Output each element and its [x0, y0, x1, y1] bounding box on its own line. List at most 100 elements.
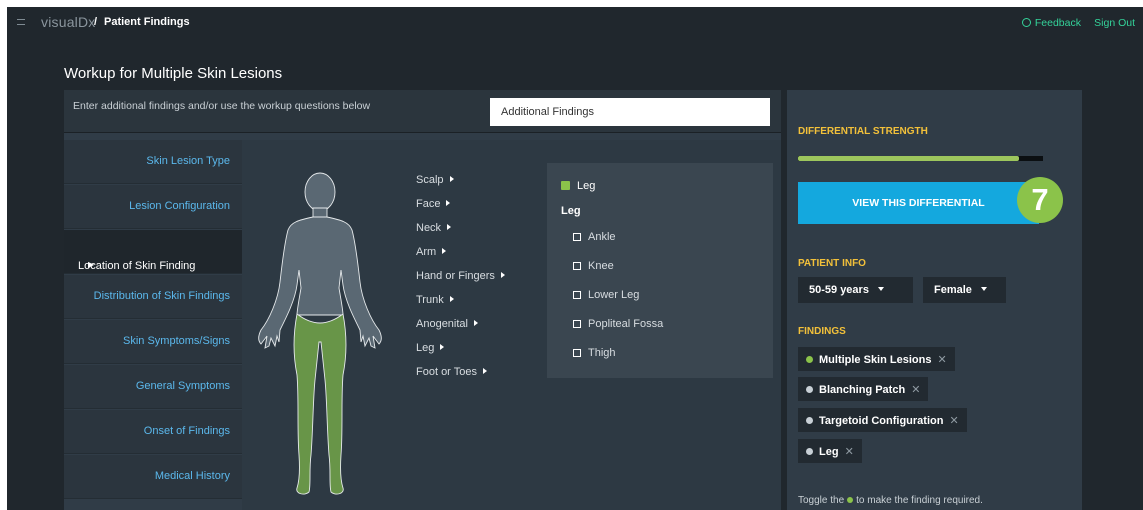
nav-item-label: Skin Symptoms/Signs: [123, 335, 230, 347]
sex-value: Female: [934, 284, 972, 296]
region-trunk[interactable]: Trunk: [416, 294, 454, 306]
region-label: Leg: [416, 342, 435, 354]
menu-icon[interactable]: [17, 19, 25, 25]
additional-findings-input[interactable]: [490, 98, 770, 126]
finding-chip[interactable]: Targetoid Configuration ✕: [798, 408, 967, 432]
differential-panel: DIFFERENTIAL STRENGTH VIEW THIS DIFFEREN…: [787, 90, 1082, 510]
toggle-hint: Toggle the to make the finding required.: [798, 495, 983, 506]
caret-right-icon: ▶: [88, 260, 95, 269]
feedback-link[interactable]: Feedback: [1021, 17, 1081, 29]
required-toggle-icon[interactable]: [806, 356, 813, 363]
finding-chip[interactable]: Blanching Patch ✕: [798, 377, 929, 401]
nav-item-skin-lesion-type[interactable]: Skin Lesion Type: [64, 140, 242, 184]
region-label: Arm: [416, 246, 437, 258]
finding-chip[interactable]: Multiple Skin Lesions ✕: [798, 347, 955, 371]
nav-item-label: Distribution of Skin Findings: [93, 290, 230, 302]
checkbox-icon: [573, 349, 581, 357]
findings-label: FINDINGS: [798, 326, 846, 337]
feedback-label: Feedback: [1034, 17, 1081, 29]
green-dot-icon: [847, 497, 854, 503]
finding-label: Blanching Patch: [819, 384, 906, 396]
checkbox-icon: [573, 320, 581, 328]
region-face[interactable]: Face: [416, 198, 451, 210]
checkbox-label: Leg: [577, 180, 596, 192]
region-foot-or-toes[interactable]: Foot or Toes: [416, 366, 487, 378]
option-lower-leg[interactable]: Lower Leg: [573, 289, 639, 301]
remove-icon[interactable]: ✕: [949, 415, 958, 427]
remove-icon[interactable]: ✕: [911, 384, 920, 396]
chevron-down-icon: [980, 287, 987, 291]
toggle-hint-pre: Toggle the: [798, 495, 845, 506]
patient-info-label: PATIENT INFO: [798, 258, 866, 269]
caret-right-icon: [449, 176, 454, 182]
checkbox-icon: [573, 262, 581, 270]
region-hand-or-fingers[interactable]: Hand or Fingers: [416, 270, 505, 282]
required-toggle-icon[interactable]: [806, 386, 813, 393]
differential-count-badge: 7: [1017, 177, 1063, 223]
nav-item-skin-symptoms-signs[interactable]: Skin Symptoms/Signs: [64, 320, 242, 364]
region-label: Foot or Toes: [416, 366, 477, 378]
region-label: Neck: [416, 222, 442, 234]
nav-item-label: Medical History: [154, 470, 230, 482]
nav-item-medical-history[interactable]: Medical History: [64, 455, 242, 499]
checkbox-checked-icon: [561, 181, 570, 190]
nav-item-onset-of-findings[interactable]: Onset of Findings: [64, 410, 242, 454]
page-title: Workup for Multiple Skin Lesions: [64, 65, 283, 82]
toggle-hint-post: to make the finding required.: [856, 495, 983, 506]
option-knee[interactable]: Knee: [573, 260, 614, 272]
findings-prompt: Enter additional findings and/or use the…: [73, 100, 371, 112]
caret-right-icon: [447, 224, 452, 230]
required-toggle-icon[interactable]: [806, 417, 813, 424]
region-neck[interactable]: Neck: [416, 222, 452, 234]
option-label: Knee: [588, 260, 614, 272]
body-diagram[interactable]: [247, 170, 397, 500]
sex-select-value: Female: [934, 284, 987, 296]
nav-item-label: Skin Lesion Type: [146, 155, 230, 167]
remove-icon[interactable]: ✕: [937, 354, 946, 366]
leg-checkbox[interactable]: Leg: [561, 180, 595, 192]
sign-out-link[interactable]: Sign Out: [1094, 17, 1135, 29]
option-ankle[interactable]: Ankle: [573, 231, 616, 243]
region-label: Anogenital: [416, 318, 468, 330]
region-arm[interactable]: Arm: [416, 246, 447, 258]
finding-chip[interactable]: Leg ✕: [798, 439, 862, 463]
age-select[interactable]: 50-59 years: [798, 277, 913, 303]
remove-icon[interactable]: ✕: [845, 446, 854, 458]
age-value: 50-59 years: [809, 284, 869, 296]
finding-label: Multiple Skin Lesions: [819, 354, 932, 366]
finding-label: Leg: [819, 446, 839, 458]
checkbox-icon: [573, 291, 581, 299]
breadcrumb: Patient Findings: [104, 16, 190, 28]
leg-subpanel: Leg Leg Ankle Knee Lower Leg Popliteal F…: [547, 163, 773, 378]
workup-panel: Enter additional findings and/or use the…: [64, 90, 781, 510]
nav-item-general-symptoms[interactable]: General Symptoms: [64, 365, 242, 409]
option-popliteal-fossa[interactable]: Popliteal Fossa: [573, 318, 663, 330]
checkbox-icon: [573, 233, 581, 241]
nav-item-label-text: Location of Skin Finding: [78, 260, 196, 272]
view-differential-button[interactable]: VIEW THIS DIFFERENTIAL: [798, 182, 1039, 224]
chevron-down-icon: [877, 287, 884, 291]
caret-right-icon: [440, 344, 445, 350]
finding-label: Targetoid Configuration: [819, 415, 944, 427]
caret-right-icon: [449, 296, 454, 302]
body-location-area: Scalp Face Neck Arm Hand or Fingers Trun…: [242, 140, 781, 510]
app-logo[interactable]: visualDx: [41, 14, 96, 30]
findings-input-bar: Enter additional findings and/or use the…: [64, 90, 781, 133]
region-label: Trunk: [416, 294, 444, 306]
region-label: Scalp: [416, 174, 444, 186]
breadcrumb-separator: /: [94, 16, 98, 28]
nav-item-lesion-configuration[interactable]: Lesion Configuration: [64, 185, 242, 229]
option-label: Lower Leg: [588, 289, 640, 301]
nav-item-location-of-skin-finding[interactable]: Location of Skin Finding ▶: [64, 230, 242, 274]
required-toggle-icon[interactable]: [806, 448, 813, 455]
sex-select[interactable]: Female: [923, 277, 1006, 303]
workup-nav: Skin Lesion Type Lesion Configuration Lo…: [64, 140, 242, 510]
app-window: visualDx / Patient Findings Feedback Sig…: [7, 7, 1143, 510]
caret-right-icon: [446, 200, 451, 206]
subpanel-title: Leg: [561, 205, 581, 217]
region-leg[interactable]: Leg: [416, 342, 445, 354]
option-thigh[interactable]: Thigh: [573, 347, 616, 359]
region-anogenital[interactable]: Anogenital: [416, 318, 478, 330]
region-scalp[interactable]: Scalp: [416, 174, 454, 186]
nav-item-distribution-of-skin-findings[interactable]: Distribution of Skin Findings: [64, 275, 242, 319]
